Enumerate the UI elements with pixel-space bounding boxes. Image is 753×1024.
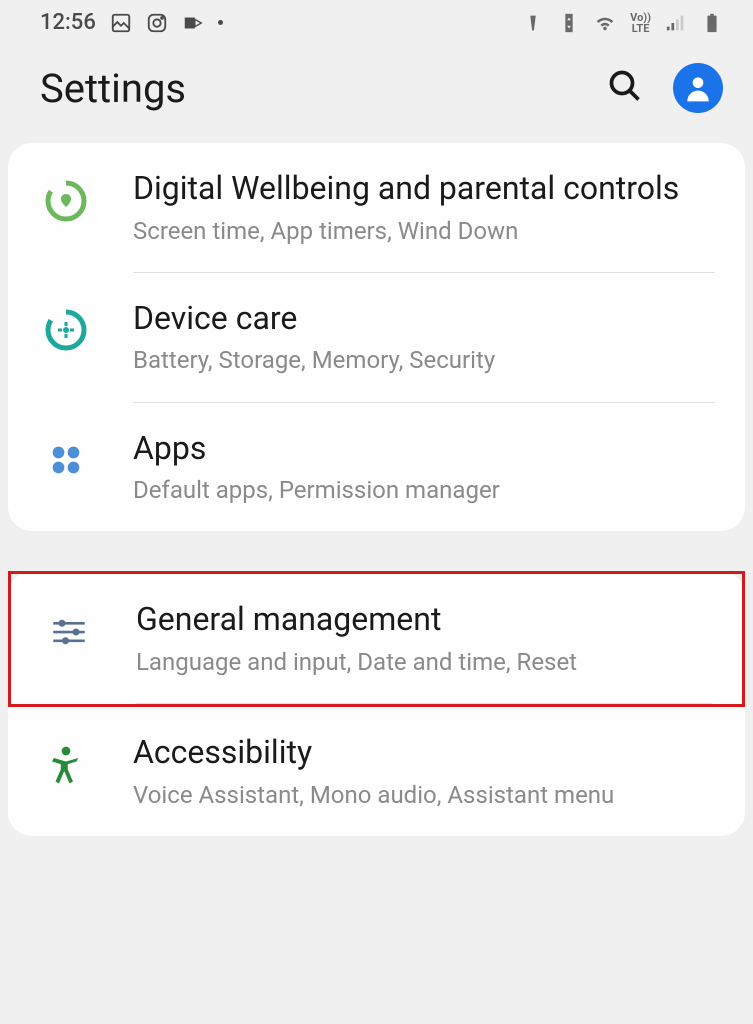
item-subtitle: Default apps, Permission manager	[133, 475, 715, 506]
item-content: Device care Battery, Storage, Memory, Se…	[133, 298, 715, 377]
settings-group-2: General management Language and input, D…	[8, 571, 745, 836]
apps-icon	[38, 433, 93, 488]
signal-icon	[665, 12, 687, 34]
settings-item-apps[interactable]: Apps Default apps, Permission manager	[8, 403, 745, 532]
item-subtitle: Screen time, App timers, Wind Down	[133, 216, 715, 247]
item-title: Device care	[133, 298, 715, 340]
divider	[136, 703, 712, 704]
search-button[interactable]	[607, 68, 643, 108]
status-left: 12:56	[40, 10, 223, 35]
item-title: Apps	[133, 428, 715, 470]
status-right: Vo))LTE	[522, 12, 723, 34]
battery-icon	[701, 12, 723, 34]
settings-group-1: Digital Wellbeing and parental controls …	[8, 143, 745, 531]
notification-dot	[218, 20, 223, 25]
data-saver-icon	[558, 12, 580, 34]
status-bar: 12:56 Vo))LTE	[0, 0, 753, 43]
wifi-icon	[594, 12, 616, 34]
item-title: General management	[136, 599, 712, 641]
vibrate-icon	[522, 12, 544, 34]
item-content: General management Language and input, D…	[136, 599, 712, 678]
header-actions	[607, 63, 723, 113]
volte-icon: Vo))LTE	[630, 12, 651, 34]
page-title: Settings	[40, 65, 186, 112]
wellbeing-icon	[38, 173, 93, 228]
item-subtitle: Voice Assistant, Mono audio, Assistant m…	[133, 780, 715, 811]
item-title: Accessibility	[133, 732, 715, 774]
item-title: Digital Wellbeing and parental controls	[133, 168, 715, 210]
item-subtitle: Battery, Storage, Memory, Security	[133, 345, 715, 376]
item-content: Apps Default apps, Permission manager	[133, 428, 715, 507]
device-care-icon	[38, 303, 93, 358]
item-subtitle: Language and input, Date and time, Reset	[136, 647, 712, 678]
settings-item-general-management[interactable]: General management Language and input, D…	[11, 574, 742, 703]
outlook-icon	[182, 12, 204, 34]
highlight-box: General management Language and input, D…	[8, 571, 745, 707]
header: Settings	[0, 43, 753, 143]
instagram-icon	[146, 12, 168, 34]
profile-avatar[interactable]	[673, 63, 723, 113]
settings-item-accessibility[interactable]: Accessibility Voice Assistant, Mono audi…	[8, 707, 745, 836]
settings-item-wellbeing[interactable]: Digital Wellbeing and parental controls …	[8, 143, 745, 272]
image-icon	[110, 12, 132, 34]
settings-item-device-care[interactable]: Device care Battery, Storage, Memory, Se…	[8, 273, 745, 402]
item-content: Digital Wellbeing and parental controls …	[133, 168, 715, 247]
accessibility-icon	[38, 737, 93, 792]
item-content: Accessibility Voice Assistant, Mono audi…	[133, 732, 715, 811]
general-management-icon	[41, 604, 96, 659]
status-time: 12:56	[40, 10, 96, 35]
